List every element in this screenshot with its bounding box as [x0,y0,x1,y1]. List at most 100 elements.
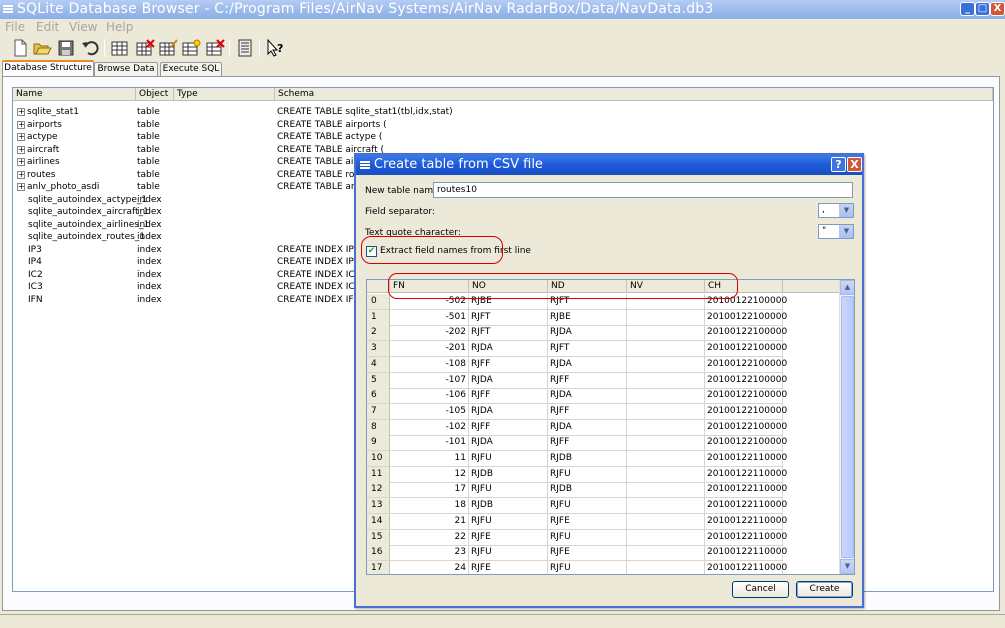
grid-cell[interactable]: -101 [390,435,469,452]
grid-cell[interactable]: 20100122100000 [705,309,787,326]
grid-cell[interactable] [627,356,705,373]
expand-icon[interactable]: + [17,108,25,116]
grid-cell[interactable] [627,482,705,499]
table-row[interactable]: 5 -107 RJDA RJFF 20100122100000 [367,372,839,389]
table-row[interactable]: + airports table CREATE TABLE airports ( [13,119,993,131]
expand-icon[interactable]: + [17,158,25,166]
grid-cell[interactable]: 20100122110000 [705,513,787,530]
csv-preview-scrollbar[interactable]: ▲ ▼ [839,280,854,574]
grid-cell[interactable]: RJDA [469,435,548,452]
close-button[interactable]: X [990,2,1005,16]
grid-cell[interactable]: RJFU [469,513,548,530]
grid-cell[interactable]: 20100122100000 [705,325,787,342]
grid-cell[interactable] [627,341,705,358]
table-row[interactable]: 15 22 RJFE RJFU 20100122110000 [367,529,839,546]
grid-cell[interactable]: 20100122100000 [705,403,787,420]
table-row[interactable]: 13 18 RJDB RJFU 20100122110000 [367,498,839,515]
grid-cell[interactable] [627,294,705,310]
grid-cell[interactable]: RJFE [548,545,627,562]
grid-cell[interactable]: 17 [390,482,469,499]
grid-cell[interactable]: 20100122100000 [705,435,787,452]
delete-index-icon[interactable] [205,38,225,58]
grid-cell[interactable]: RJFF [548,435,627,452]
grid-cell[interactable]: 12 [390,466,469,483]
table-row[interactable]: 10 11 RJFU RJDB 20100122110000 [367,451,839,467]
grid-cell[interactable]: RJDB [548,451,627,467]
scrollbar-thumb[interactable] [841,296,854,558]
grid-cell[interactable] [627,466,705,483]
grid-cell[interactable]: -106 [390,388,469,405]
grid-cell[interactable]: 20100122110000 [705,545,787,562]
grid-cell[interactable]: RJFU [548,529,627,546]
grid-cell[interactable]: RJFT [548,294,627,310]
grid-cell[interactable]: RJFE [469,529,548,546]
grid-cell[interactable]: 20100122110000 [705,466,787,483]
grid-cell[interactable]: 20100122100000 [705,341,787,358]
expand-icon[interactable]: + [17,145,25,154]
grid-cell[interactable]: 20100122110000 [705,451,787,467]
grid-cell[interactable]: RJDB [548,482,627,499]
new-table-name-input[interactable]: routes10 [433,182,853,198]
grid-cell[interactable]: -107 [390,372,469,389]
table-row[interactable]: 0 -502 RJBE RJFT 20100122100000 [367,294,839,310]
whats-this-icon[interactable]: ? [265,38,285,58]
app-menu-icon[interactable] [2,3,14,15]
column-header-no[interactable]: NO [469,280,548,293]
grid-cell[interactable]: RJDA [469,372,548,389]
column-header-fn[interactable]: FN [390,280,469,293]
grid-cell[interactable]: RJFT [469,309,548,326]
grid-cell[interactable]: 18 [390,498,469,515]
chevron-down-icon[interactable]: ▼ [839,204,853,217]
delete-table-icon[interactable] [135,38,155,58]
grid-cell[interactable]: RJDA [548,325,627,342]
minimize-button[interactable]: _ [960,2,975,16]
grid-cell[interactable]: RJFU [469,451,548,467]
grid-cell[interactable]: RJFU [469,482,548,499]
grid-cell[interactable]: RJDA [469,403,548,420]
table-row[interactable]: 16 23 RJFU RJFE 20100122110000 [367,545,839,562]
grid-cell[interactable]: RJDB [469,466,548,483]
grid-cell[interactable] [627,403,705,420]
grid-cell[interactable] [627,513,705,530]
create-index-icon[interactable] [181,38,201,58]
create-button[interactable]: Create [796,581,853,598]
grid-cell[interactable]: 20100122100000 [705,294,787,310]
grid-cell[interactable]: 23 [390,545,469,562]
scroll-up-icon[interactable]: ▲ [840,280,854,295]
grid-cell[interactable]: RJFF [548,403,627,420]
grid-cell[interactable]: 24 [390,560,469,574]
tab-browse-data[interactable]: Browse Data [94,62,158,77]
grid-cell[interactable]: RJFU [548,466,627,483]
grid-cell[interactable]: RJDB [469,498,548,515]
grid-cell[interactable] [627,419,705,436]
grid-cell[interactable]: 11 [390,451,469,467]
menu-help[interactable]: Help [106,20,133,34]
grid-cell[interactable]: RJDA [469,341,548,358]
grid-cell[interactable]: -201 [390,341,469,358]
sql-log-icon[interactable] [235,38,255,58]
grid-cell[interactable]: 20100122100000 [705,419,787,436]
grid-cell[interactable]: RJBE [469,294,548,310]
table-row[interactable]: 11 12 RJDB RJFU 20100122110000 [367,466,839,483]
table-row[interactable]: + actype table CREATE TABLE actype ( [13,131,993,143]
text-quote-select[interactable]: " ▼ [818,224,854,239]
table-row[interactable]: 12 17 RJFU RJDB 20100122110000 [367,482,839,499]
maximize-button[interactable]: □ [975,2,990,16]
cancel-button[interactable]: Cancel [732,581,789,598]
tab-database-structure[interactable]: Database Structure [2,60,94,77]
grid-cell[interactable]: 20100122100000 [705,372,787,389]
grid-cell[interactable] [627,560,705,574]
column-header-nd[interactable]: ND [548,280,627,293]
grid-cell[interactable]: RJFU [548,498,627,515]
expand-icon[interactable]: + [17,170,25,179]
grid-cell[interactable]: RJFU [469,545,548,562]
grid-cell[interactable] [627,309,705,326]
menu-file[interactable]: File [5,20,25,34]
grid-cell[interactable]: RJFF [469,356,548,373]
field-separator-select[interactable]: , ▼ [818,203,854,218]
tab-execute-sql[interactable]: Execute SQL [160,62,222,77]
grid-cell[interactable]: RJDA [548,356,627,373]
table-row[interactable]: 17 24 RJFE RJFU 20100122110000 [367,560,839,574]
grid-cell[interactable]: RJFE [469,560,548,574]
menu-view[interactable]: View [69,20,97,34]
